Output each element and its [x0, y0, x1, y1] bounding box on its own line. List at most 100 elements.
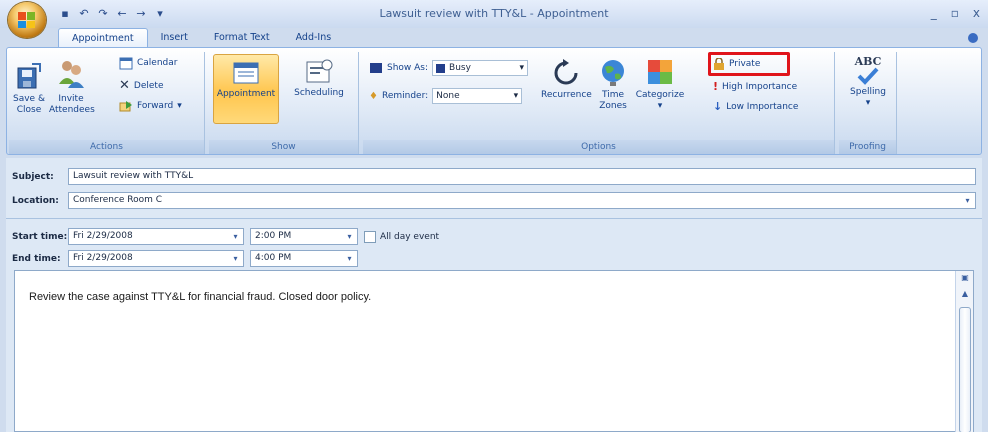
tab-appointment[interactable]: Appointment [58, 28, 148, 48]
delete-button[interactable]: ✕ Delete [119, 78, 163, 93]
tab-insert[interactable]: Insert [148, 28, 201, 48]
start-time-dropdown-icon[interactable]: ▾ [344, 231, 355, 242]
categorize-label: Categorize [635, 90, 685, 100]
ribbon-tabs: Appointment Insert Format Text Add-Ins [58, 28, 344, 48]
reminder-label: Reminder: [381, 91, 429, 101]
start-date-picker[interactable]: Fri 2/29/2008 ▾ [68, 228, 244, 245]
scheduling-icon [306, 59, 333, 83]
group-options: Show As: Busy ▾ ♦ Reminder: None ▾ Recur… [363, 52, 835, 154]
location-dropdown-icon[interactable]: ▾ [962, 195, 973, 206]
tab-add-ins[interactable]: Add-Ins [283, 28, 345, 48]
subject-label: Subject: [12, 171, 54, 182]
categorize-icon [648, 60, 672, 84]
location-input[interactable]: Conference Room C ▾ [68, 192, 976, 209]
tab-format-text[interactable]: Format Text [201, 28, 283, 48]
scheduling-button[interactable]: Scheduling [289, 58, 349, 99]
recurrence-button[interactable]: Recurrence [541, 58, 592, 101]
reminder-value: None [436, 91, 460, 101]
reminder-dropdown[interactable]: None ▾ [432, 88, 523, 104]
vertical-scrollbar[interactable]: ▣ ▲ [955, 271, 973, 432]
delete-label: Delete [133, 80, 164, 91]
office-logo-icon [18, 12, 35, 28]
end-date-dropdown-icon[interactable]: ▾ [230, 253, 241, 264]
high-importance-button[interactable]: ! High Importance [713, 80, 797, 93]
all-day-label: All day event [380, 231, 440, 242]
scheduling-label: Scheduling [294, 88, 344, 98]
message-body-text: Review the case against TTY&L for financ… [29, 291, 372, 303]
appointment-label: Appointment [216, 89, 276, 99]
busy-swatch-icon [436, 63, 446, 73]
time-zones-button[interactable]: Time Zones [595, 58, 631, 112]
reminder-bell-icon: ♦ [369, 90, 378, 102]
start-time-label: Start time: [12, 231, 68, 242]
office-button[interactable] [8, 2, 46, 38]
recurrence-icon [554, 59, 578, 85]
start-time-picker[interactable]: 2:00 PM ▾ [250, 228, 358, 245]
group-show: Appointment Scheduling Show [209, 52, 359, 154]
low-importance-icon: ↓ [713, 100, 723, 113]
globe-icon [602, 60, 624, 86]
save-close-button[interactable]: Save & Close [13, 60, 45, 116]
categorize-button[interactable]: Categorize ▾ [635, 58, 685, 112]
high-importance-icon: ! [713, 80, 719, 93]
calendar-icon [119, 57, 133, 70]
show-as-icon [370, 63, 382, 73]
message-body[interactable]: Review the case against TTY&L for financ… [14, 270, 974, 432]
show-as-label: Show As: [387, 63, 429, 73]
subject-row: Subject: Lawsuit review with TTY&L [12, 168, 976, 185]
minimize-button[interactable]: _ [931, 6, 937, 20]
reminder-control: ♦ Reminder: None ▾ [369, 88, 523, 104]
spelling-dropdown-icon: ▾ [865, 98, 871, 108]
maximize-button[interactable]: ▫ [951, 6, 959, 20]
invite-attendees-button[interactable]: Invite Attendees [49, 58, 95, 116]
window-title: Lawsuit review with TTY&L - Appointment [379, 7, 609, 20]
low-importance-label: Low Importance [726, 101, 799, 112]
invite-attendees-icon [59, 61, 84, 88]
save-close-icon [17, 63, 41, 89]
forward-button[interactable]: Forward ▾ [119, 100, 182, 112]
end-time-picker[interactable]: 4:00 PM ▾ [250, 250, 358, 267]
calendar-button[interactable]: Calendar [119, 56, 177, 70]
proofing-group-label: Proofing [839, 140, 896, 154]
invite-label-1: Invite [58, 94, 84, 104]
form-separator [6, 218, 982, 219]
close-button[interactable]: x [973, 6, 980, 20]
end-time-dropdown-icon[interactable]: ▾ [344, 253, 355, 264]
spelling-check-icon [857, 67, 879, 85]
scroll-lock-icon[interactable]: ▣ [959, 273, 971, 282]
subject-input[interactable]: Lawsuit review with TTY&L [68, 168, 976, 185]
appointment-button[interactable]: Appointment [213, 54, 279, 124]
show-as-control: Show As: Busy ▾ [369, 60, 529, 76]
high-importance-label: High Importance [722, 81, 798, 92]
end-date-value: Fri 2/29/2008 [73, 253, 133, 263]
location-row: Location: Conference Room C ▾ [12, 192, 976, 209]
forward-label: Forward [137, 101, 174, 111]
start-date-dropdown-icon[interactable]: ▾ [230, 231, 241, 242]
recurrence-label: Recurrence [541, 90, 592, 100]
spelling-label: Spelling [850, 87, 886, 97]
end-date-picker[interactable]: Fri 2/29/2008 ▾ [68, 250, 244, 267]
show-as-value: Busy [449, 63, 471, 73]
scroll-up-icon[interactable]: ▲ [959, 289, 971, 298]
time-zones-label-2: Zones [599, 101, 627, 111]
group-proofing: ABC Spelling ▾ Proofing [839, 52, 897, 154]
appointment-icon [233, 62, 259, 84]
save-close-label-1: Save & [13, 94, 45, 104]
help-icon[interactable] [968, 33, 978, 43]
location-label: Location: [12, 195, 59, 206]
forward-dropdown-icon: ▾ [177, 101, 182, 111]
window-controls: _ ▫ x [931, 6, 980, 20]
appointment-form: Subject: Lawsuit review with TTY&L Locat… [6, 158, 982, 432]
all-day-checkbox[interactable] [364, 230, 376, 243]
actions-group-label: Actions [9, 140, 204, 154]
spelling-button[interactable]: ABC Spelling ▾ [845, 56, 891, 109]
show-as-dropdown[interactable]: Busy ▾ [432, 60, 529, 76]
delete-icon: ✕ [119, 78, 130, 93]
scroll-thumb[interactable] [959, 307, 971, 432]
group-actions: Save & Close Invite Attendees Calendar ✕… [9, 52, 205, 154]
show-group-label: Show [209, 140, 358, 154]
ribbon: Save & Close Invite Attendees Calendar ✕… [6, 47, 982, 155]
low-importance-button[interactable]: ↓ Low Importance [713, 100, 798, 113]
show-as-dropdown-icon: ▾ [519, 63, 525, 73]
end-time-label: End time: [12, 253, 61, 264]
